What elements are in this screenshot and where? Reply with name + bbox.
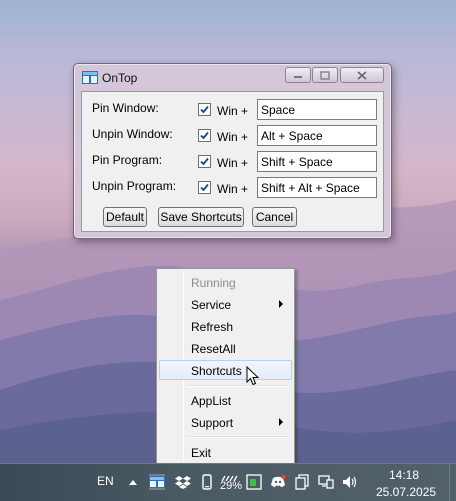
ontop-app-icon: [149, 476, 165, 488]
menu-item-exit[interactable]: Exit: [159, 442, 292, 462]
win-modifier-label: Win: [217, 104, 238, 118]
win-modifier-label: Win: [217, 182, 238, 196]
menu-item-shortcuts[interactable]: Shortcuts: [159, 360, 292, 380]
win-modifier-label: Win: [217, 130, 238, 144]
pin-program-win-checkbox[interactable]: [198, 155, 211, 168]
shortcut-row-unpin-program: Unpin Program: Win +: [82, 177, 383, 199]
menu-item-label: Running: [191, 276, 236, 290]
title-bar[interactable]: OnTop: [74, 64, 391, 90]
dropbox-icon[interactable]: [175, 474, 191, 490]
close-button[interactable]: [340, 67, 384, 83]
checkmark-icon: [200, 105, 209, 114]
unpin-program-win-checkbox[interactable]: [198, 181, 211, 194]
menu-item-running: Running: [159, 272, 292, 292]
plus-label: +: [241, 182, 249, 196]
menu-item-label: Shortcuts: [191, 364, 242, 378]
unpin-program-label: Unpin Program:: [92, 179, 177, 193]
checkmark-icon: [200, 183, 209, 192]
submenu-arrow-icon: [279, 300, 283, 308]
menu-item-label: Refresh: [191, 320, 234, 334]
tray-context-menu: Running Service Refresh ResetAll Shortcu…: [156, 268, 295, 465]
shortcut-row-pin-program: Pin Program: Win +: [82, 151, 383, 173]
submenu-arrow-icon: [279, 418, 283, 426]
unpin-program-key-field[interactable]: [257, 177, 377, 198]
discord-icon[interactable]: [270, 474, 286, 490]
minimize-button[interactable]: [285, 67, 311, 83]
pin-window-label: Pin Window:: [92, 101, 159, 115]
menu-item-label: AppList: [191, 394, 232, 408]
checkmark-icon: [200, 157, 209, 166]
cancel-button[interactable]: Cancel: [252, 207, 297, 227]
menu-item-support[interactable]: Support: [159, 412, 292, 432]
menu-item-label: Service: [191, 298, 232, 312]
win-modifier-label: Win: [217, 156, 238, 170]
window-title: OnTop: [102, 71, 138, 85]
language-indicator[interactable]: EN: [97, 474, 114, 488]
clock-time[interactable]: 14:18: [389, 468, 419, 482]
menu-item-label: Exit: [191, 446, 212, 460]
unpin-window-label: Unpin Window:: [92, 127, 173, 141]
battery-icon[interactable]: 29%: [220, 472, 242, 492]
unpin-window-key-field[interactable]: [257, 125, 377, 146]
menu-item-label: Support: [191, 416, 234, 430]
pin-window-win-checkbox[interactable]: [198, 103, 211, 116]
phone-icon[interactable]: [199, 474, 215, 490]
pin-window-key-field[interactable]: [257, 99, 377, 120]
default-button[interactable]: Default: [103, 207, 147, 227]
plus-label: +: [241, 130, 249, 144]
shortcut-row-pin-window: Pin Window: Win +: [82, 99, 383, 121]
minimize-icon: [294, 76, 302, 78]
menu-item-refresh[interactable]: Refresh: [159, 316, 292, 336]
save-shortcuts-button[interactable]: Save Shortcuts: [158, 207, 244, 227]
show-hidden-icon[interactable]: [129, 480, 137, 485]
checkmark-icon: [200, 131, 209, 140]
pin-program-key-field[interactable]: [257, 151, 377, 172]
plus-label: +: [241, 156, 249, 170]
menu-item-resetall[interactable]: ResetAll: [159, 338, 292, 358]
green-app-icon[interactable]: [246, 474, 262, 490]
mouse-cursor-icon: [246, 366, 260, 386]
maximize-button[interactable]: [312, 67, 338, 83]
menu-separator: [187, 385, 290, 387]
shortcut-row-unpin-window: Unpin Window: Win +: [82, 125, 383, 147]
maximize-icon: [320, 70, 330, 80]
clock-date[interactable]: 25.07.2025: [376, 485, 436, 499]
menu-item-label: ResetAll: [191, 342, 236, 356]
unpin-window-win-checkbox[interactable]: [198, 129, 211, 142]
volume-icon[interactable]: [342, 474, 358, 490]
menu-item-applist[interactable]: AppList: [159, 390, 292, 410]
copy-icon[interactable]: [294, 474, 310, 490]
show-desktop-button[interactable]: [449, 464, 456, 501]
menu-separator: [187, 436, 290, 438]
battery-percent: 29%: [220, 480, 243, 492]
menu-item-service[interactable]: Service: [159, 294, 292, 314]
close-icon: [357, 70, 367, 80]
network-icon[interactable]: [318, 474, 334, 490]
pin-program-label: Pin Program:: [92, 153, 163, 167]
ontop-tray-icon[interactable]: [149, 474, 165, 490]
app-window-icon: [82, 71, 98, 84]
ontop-window: OnTop Pin Window: Win + Unpin Window: Wi…: [73, 63, 392, 239]
window-client-area: Pin Window: Win + Unpin Window: Win + Pi…: [81, 91, 384, 232]
taskbar: EN 29% 14:18 25.07.2025: [0, 463, 456, 501]
plus-label: +: [241, 104, 249, 118]
